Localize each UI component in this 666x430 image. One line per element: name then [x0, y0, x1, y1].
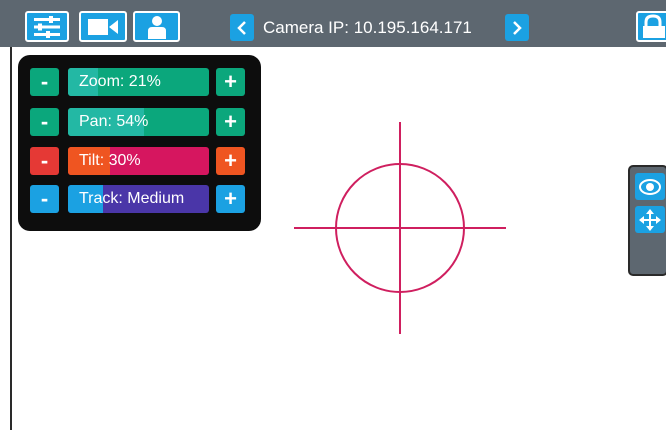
- camera-view-button[interactable]: [79, 11, 127, 42]
- zoom-level-label: Zoom: 21%: [79, 73, 161, 90]
- right-tool-panel: [628, 165, 666, 276]
- track-decrease-button[interactable]: -: [30, 185, 59, 213]
- camera-ip-label: Camera IP: 10.195.164.171: [263, 18, 472, 37]
- crosshair-reticle: [294, 122, 506, 334]
- zoom-increase-button[interactable]: +: [216, 68, 245, 96]
- zoom-level-bar[interactable]: Zoom: 21%: [68, 68, 209, 96]
- top-toolbar: Camera IP: 10.195.164.171: [0, 0, 666, 47]
- lock-icon: [643, 14, 665, 38]
- video-camera-icon: [88, 18, 118, 35]
- move-mode-button[interactable]: [635, 206, 665, 233]
- left-border-line: [10, 47, 12, 430]
- zoom-decrease-button[interactable]: -: [30, 68, 59, 96]
- track-level-bar[interactable]: Track: Medium: [68, 185, 209, 213]
- zoom-control-row: - Zoom: 21% +: [30, 68, 247, 96]
- view-toggle-button[interactable]: [635, 173, 665, 200]
- tilt-control-row: - Tilt: 30% +: [30, 147, 247, 175]
- track-level-label: Track: Medium: [79, 190, 185, 207]
- previous-camera-button[interactable]: [230, 14, 254, 41]
- tilt-increase-button[interactable]: +: [216, 147, 245, 175]
- person-tracking-button[interactable]: [133, 11, 180, 42]
- eye-icon: [639, 178, 661, 195]
- pan-control-row: - Pan: 54% +: [30, 108, 247, 136]
- tilt-level-label: Tilt: 30%: [79, 152, 141, 169]
- move-arrows-icon: [639, 208, 661, 231]
- settings-sliders-button[interactable]: [25, 11, 69, 42]
- lock-button[interactable]: [636, 11, 666, 42]
- person-icon: [147, 15, 166, 39]
- sliders-icon: [34, 15, 60, 38]
- pan-increase-button[interactable]: +: [216, 108, 245, 136]
- tilt-level-bar[interactable]: Tilt: 30%: [68, 147, 209, 175]
- track-increase-button[interactable]: +: [216, 185, 245, 213]
- next-camera-button[interactable]: [505, 14, 529, 41]
- pan-decrease-button[interactable]: -: [30, 108, 59, 136]
- pan-level-label: Pan: 54%: [79, 113, 149, 130]
- track-control-row: - Track: Medium +: [30, 185, 247, 213]
- chevron-left-icon: [237, 20, 246, 35]
- chevron-right-icon: [513, 20, 522, 35]
- camera-control-panel: - Zoom: 21% + - Pan: 54% + - Tilt: 30% +…: [18, 55, 261, 231]
- pan-level-bar[interactable]: Pan: 54%: [68, 108, 209, 136]
- tilt-decrease-button[interactable]: -: [30, 147, 59, 175]
